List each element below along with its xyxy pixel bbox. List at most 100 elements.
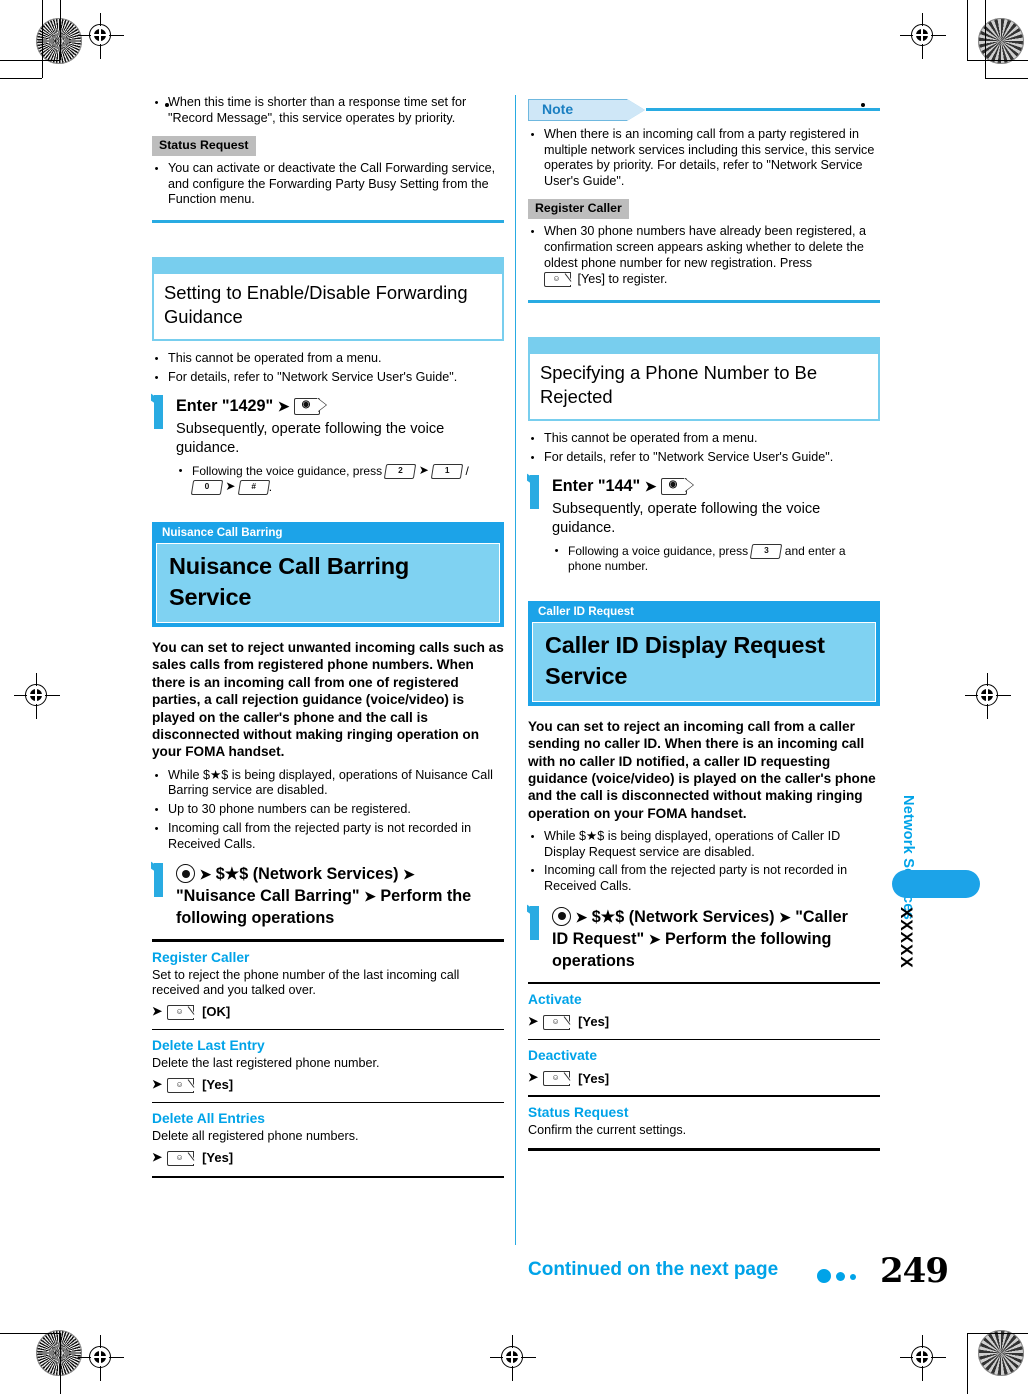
bullet-item: • Incoming call from the rejected party …	[152, 821, 504, 852]
step-number	[152, 863, 165, 929]
step-number	[152, 394, 165, 498]
right-column: Note • When there is an incoming call fr…	[528, 95, 880, 1151]
bullet-item: • Up to 30 phone numbers can be register…	[152, 802, 504, 818]
step-body: ➤ $★$ (Network Services) ➤ "Caller ID Re…	[552, 906, 880, 972]
registration-mark-bottom-right	[900, 1335, 946, 1381]
bullet-item: • For details, refer to "Network Service…	[528, 450, 880, 466]
operation-action-label: [Yes]	[578, 1014, 610, 1030]
operation-divider	[152, 939, 504, 942]
operation-description: Set to reject the phone number of the la…	[152, 967, 460, 998]
crop-mark-top-left	[60, 0, 62, 60]
status-request-badge: Status Request	[152, 136, 256, 157]
operation-action-label: [Yes]	[202, 1150, 234, 1166]
step-number	[528, 474, 541, 577]
step-body: Enter "1429" ➤ ◉ Subsequently, operate f…	[176, 395, 504, 498]
procedure-step: ➤ $★$ (Network Services) ➤ "Nuisance Cal…	[152, 863, 504, 929]
step-body: Enter "144" ➤ ◉ Subsequently, operate fo…	[552, 475, 880, 577]
crop-mark-right-top	[967, 60, 1028, 62]
note-label: Note	[542, 101, 574, 117]
keypad-3-icon: 3	[750, 543, 783, 559]
section-header-band	[528, 336, 880, 354]
arrow-icon: ➤	[648, 930, 661, 947]
step-heading-line3: Perform the following	[664, 929, 832, 948]
section-divider-blue	[152, 219, 504, 223]
continued-dot-large	[817, 1269, 831, 1283]
operation-divider	[528, 1038, 880, 1041]
step-heading: ➤ $★$ (Network Services) ➤ "Caller ID Re…	[552, 906, 880, 972]
bullet-item: • This cannot be operated from a menu.	[152, 351, 504, 367]
step-heading-line2: ID Request"	[552, 929, 645, 948]
registration-mark-right-center	[965, 673, 1011, 719]
bullet-item: • When this time is shorter than a respo…	[152, 95, 504, 126]
register-caller-badge: Register Caller	[528, 199, 629, 220]
bullet-text: When this time is shorter than a respons…	[168, 95, 467, 125]
bullet-marker: •	[154, 352, 159, 365]
service-title-box: Nuisance Call Barring Service	[156, 542, 500, 623]
step-heading: Enter "144" ➤ ◉	[552, 475, 880, 497]
operation-action-label: [Yes]	[578, 1070, 610, 1086]
step-heading: ➤ $★$ (Network Services) ➤ "Nuisance Cal…	[176, 863, 504, 929]
operation-description: Delete the last registered phone number.	[152, 1056, 380, 1071]
registration-mark-left-center	[14, 673, 60, 719]
operation-action-label: [OK]	[202, 1004, 231, 1020]
step-description: Subsequently, operate following the voic…	[176, 420, 445, 456]
bullet-item: • When 30 phone numbers have already bee…	[528, 224, 880, 288]
bullet-text: Following the voice guidance, press 2 ➤ …	[190, 463, 504, 495]
arrow-icon: ➤	[152, 1149, 163, 1164]
arrow-icon: ➤	[152, 1076, 163, 1091]
bullet-text-suffix: [Yes] to register.	[577, 272, 668, 287]
bullet-marker: •	[154, 97, 159, 109]
bullet-text: Up to 30 phone numbers can be registered…	[168, 802, 411, 816]
bullet-text-prefix: When 30 phone numbers have already been …	[544, 224, 867, 270]
crop-mark-left-bottom	[0, 1333, 60, 1335]
select-key-icon	[176, 864, 195, 884]
arrow-icon: ➤	[528, 1013, 539, 1028]
bullet-item: • Following a voice guidance, press 3 an…	[552, 543, 880, 574]
status-request-badge-wrap: Status Request	[152, 129, 504, 161]
step-description: Subsequently, operate following the voic…	[552, 500, 821, 536]
print-control-target-bottom-left	[36, 1330, 82, 1376]
keypad-0-icon: 0	[190, 479, 224, 495]
registration-mark-top-left	[78, 13, 124, 59]
arrow-icon: ➤	[152, 1003, 163, 1018]
procedure-step: Enter "144" ➤ ◉ Subsequently, operate fo…	[528, 474, 880, 577]
bullet-marker: •	[530, 451, 535, 464]
operation-block: Activate ➤ ☺ [Yes]	[528, 991, 880, 1030]
service-lead-paragraph: You can set to reject unwanted incoming …	[152, 639, 504, 760]
operation-action-row: ➤ ☺ [Yes]	[152, 1150, 504, 1166]
step-heading-line4: operations	[552, 951, 635, 970]
bullet-item: • For details, refer to "Network Service…	[152, 370, 504, 386]
step-heading-line2: "Nuisance Call Barring"	[176, 887, 360, 906]
procedure-step: ➤ $★$ (Network Services) ➤ "Caller ID Re…	[528, 905, 880, 972]
continued-label: Continued on the next page	[528, 1259, 779, 1280]
step-heading: Enter "1429" ➤ ◉	[176, 395, 504, 417]
bullet-marker: •	[154, 371, 159, 384]
select-key-icon	[552, 906, 571, 926]
procedure-step: Enter "1429" ➤ ◉ Subsequently, operate f…	[152, 394, 504, 498]
step-number-bar	[530, 905, 539, 940]
step-number-bar	[530, 474, 539, 509]
section-header-box: Setting to Enable/Disable Forwarding Gui…	[152, 273, 504, 341]
side-tab-marker-text: XXXXX	[897, 907, 916, 969]
service-lead-paragraph: You can set to reject an incoming call f…	[528, 718, 876, 821]
operation-divider	[528, 981, 880, 984]
print-control-target-bottom-right	[978, 1330, 1024, 1376]
bullet-text: While $★$ is being displayed, operations…	[544, 829, 841, 859]
crop-mark-bottom-right	[967, 1333, 969, 1394]
operation-name: Status Request	[528, 1104, 629, 1120]
bullet-item: • When there is an incoming call from a …	[528, 127, 880, 189]
arrow-icon: ➤	[644, 477, 657, 494]
crop-mark-top-right	[967, 0, 969, 60]
operation-block: Delete Last Entry Delete the last regist…	[152, 1037, 504, 1093]
continued-dot-medium	[836, 1272, 845, 1281]
bullet-item: • This cannot be operated from a menu.	[528, 431, 880, 447]
section-header-box: Specifying a Phone Number to Be Rejected	[528, 353, 880, 421]
arrow-icon: ➤	[403, 866, 415, 883]
operation-description: Confirm the current settings.	[528, 1122, 687, 1137]
operation-name: Activate	[528, 991, 582, 1007]
operation-action-row: ➤ ☺ [OK]	[152, 1004, 504, 1020]
bullet-text: You can activate or deactivate the Call …	[168, 161, 496, 207]
function-key-icon: ☺	[543, 1014, 574, 1030]
page-footer: Continued on the next page 249	[528, 1251, 949, 1295]
keypad-2-icon: 2	[384, 463, 417, 479]
